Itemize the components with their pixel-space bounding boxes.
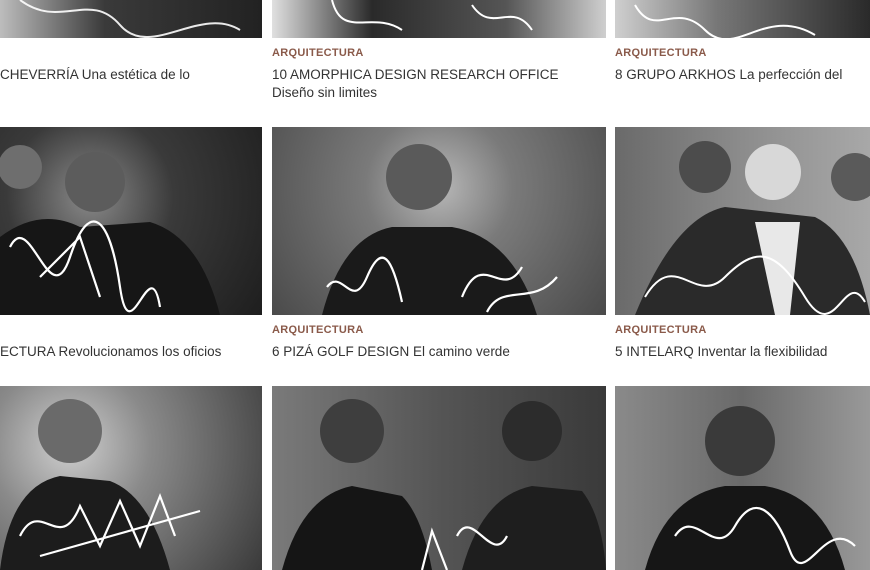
article-photo[interactable]: [0, 0, 262, 38]
article-category[interactable]: ARQUITECTURA: [272, 47, 364, 59]
article-category[interactable]: ARQUITECTURA: [272, 324, 364, 336]
article-photo[interactable]: [0, 127, 262, 315]
article-title[interactable]: 10 AMORPHICA DESIGN RESEARCH OFFICE Dise…: [272, 66, 592, 102]
article-photo[interactable]: [0, 386, 262, 570]
article-category[interactable]: ARQUITECTURA: [615, 47, 707, 59]
article-title[interactable]: 6 PIZÁ GOLF DESIGN El camino verde: [272, 343, 510, 361]
article-photo[interactable]: [272, 127, 606, 315]
article-title[interactable]: 8 GRUPO ARKHOS La perfección del: [615, 66, 842, 84]
article-photo[interactable]: [272, 386, 606, 570]
article-title[interactable]: 5 INTELARQ Inventar la flexibilidad: [615, 343, 827, 361]
article-title[interactable]: ECTURA Revolucionamos los oficios: [0, 343, 221, 361]
article-photo[interactable]: [615, 0, 870, 38]
article-photo[interactable]: [615, 386, 870, 570]
article-photo[interactable]: [272, 0, 606, 38]
article-title[interactable]: CHEVERRÍA Una estética de lo: [0, 66, 190, 84]
article-category[interactable]: ARQUITECTURA: [615, 324, 707, 336]
article-photo[interactable]: [615, 127, 870, 315]
